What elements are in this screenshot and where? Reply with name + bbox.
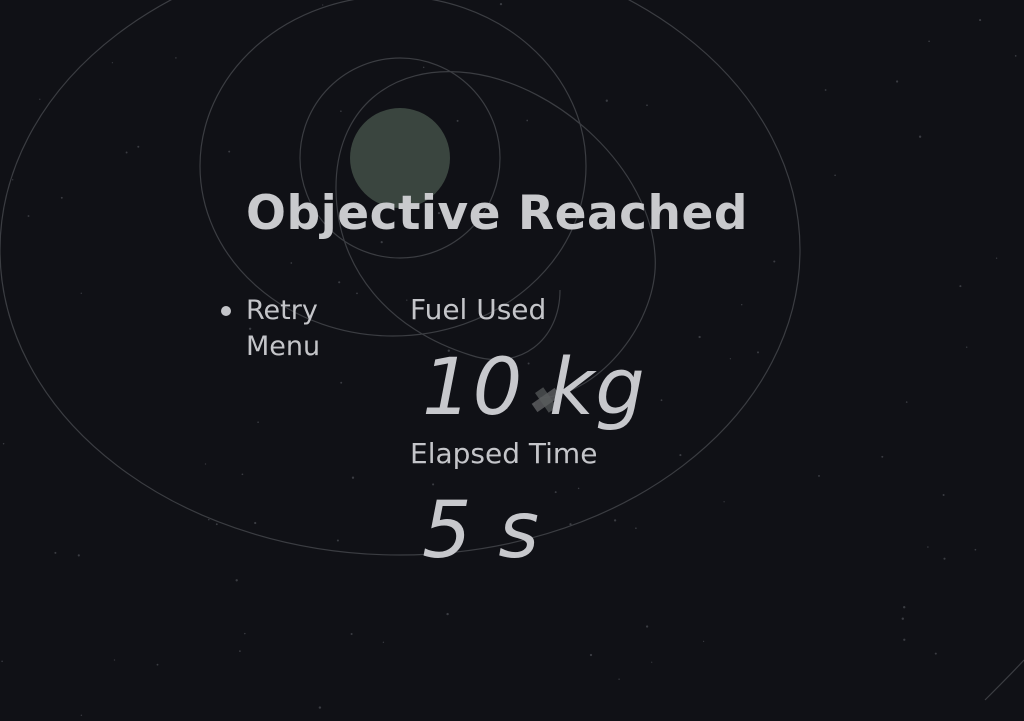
star bbox=[834, 174, 836, 177]
star bbox=[979, 19, 982, 22]
star bbox=[499, 2, 503, 6]
star bbox=[942, 494, 945, 496]
star bbox=[111, 62, 114, 64]
star bbox=[773, 260, 776, 263]
menu-button[interactable]: Menu bbox=[246, 329, 320, 365]
star bbox=[322, 4, 324, 6]
star bbox=[80, 714, 83, 717]
star bbox=[928, 40, 930, 43]
star bbox=[756, 351, 760, 354]
fuel-used-value: 10 kg bbox=[422, 343, 646, 433]
star bbox=[903, 638, 906, 641]
star bbox=[351, 476, 355, 479]
star bbox=[204, 463, 207, 465]
objective-reached-title: Objective Reached bbox=[246, 186, 749, 241]
star bbox=[1014, 55, 1017, 57]
star bbox=[905, 401, 908, 403]
star bbox=[27, 215, 30, 217]
star bbox=[613, 519, 617, 522]
star bbox=[526, 119, 529, 122]
star bbox=[943, 557, 946, 560]
star bbox=[635, 527, 637, 529]
star bbox=[901, 617, 904, 620]
star bbox=[456, 119, 459, 122]
star bbox=[350, 632, 353, 636]
star bbox=[208, 518, 210, 521]
star bbox=[175, 57, 177, 59]
star bbox=[605, 99, 608, 102]
star bbox=[12, 179, 14, 181]
star bbox=[660, 399, 663, 402]
star bbox=[318, 706, 322, 709]
star bbox=[679, 454, 682, 457]
star bbox=[896, 80, 899, 83]
star bbox=[903, 606, 906, 609]
star bbox=[740, 303, 743, 306]
star bbox=[244, 632, 246, 635]
star bbox=[959, 285, 962, 288]
star bbox=[927, 546, 929, 548]
star bbox=[406, 299, 408, 301]
star bbox=[77, 554, 80, 557]
star bbox=[645, 625, 649, 628]
result-menu: Retry Menu bbox=[220, 293, 320, 365]
star bbox=[228, 150, 231, 153]
star bbox=[589, 653, 593, 657]
star bbox=[422, 66, 425, 69]
star bbox=[137, 145, 140, 148]
outer-orbit-ring bbox=[0, 0, 801, 556]
star bbox=[918, 135, 922, 138]
star bbox=[382, 641, 385, 643]
star bbox=[113, 659, 116, 661]
star bbox=[723, 501, 725, 503]
star bbox=[934, 652, 937, 655]
star bbox=[651, 661, 653, 663]
star bbox=[729, 358, 732, 360]
star bbox=[215, 523, 218, 526]
fuel-used-label: Fuel Used bbox=[410, 293, 547, 326]
star bbox=[80, 292, 82, 294]
star bbox=[818, 474, 820, 477]
star bbox=[156, 663, 159, 666]
star bbox=[824, 89, 827, 91]
star bbox=[554, 491, 557, 494]
star bbox=[618, 678, 620, 680]
star bbox=[336, 539, 339, 542]
star bbox=[125, 151, 128, 154]
star bbox=[257, 421, 259, 424]
star bbox=[2, 442, 5, 445]
star bbox=[446, 612, 449, 616]
star bbox=[974, 548, 977, 551]
star bbox=[995, 257, 998, 259]
star bbox=[290, 262, 293, 264]
star bbox=[235, 579, 238, 582]
star bbox=[254, 521, 257, 525]
star bbox=[965, 346, 968, 348]
elapsed-time-label: Elapsed Time bbox=[410, 437, 598, 470]
star bbox=[569, 523, 572, 526]
star bbox=[60, 196, 63, 199]
star bbox=[698, 335, 701, 339]
far-orbit-arc bbox=[984, 659, 1024, 701]
game-screen: Objective Reached Retry Menu Fuel Used 1… bbox=[0, 0, 1024, 721]
elapsed-time-value: 5 s bbox=[422, 486, 541, 576]
star bbox=[241, 473, 244, 476]
star bbox=[702, 640, 705, 643]
star bbox=[340, 110, 342, 112]
star bbox=[881, 455, 884, 458]
star bbox=[577, 487, 580, 490]
star bbox=[338, 281, 341, 284]
star bbox=[340, 381, 343, 384]
star bbox=[646, 104, 648, 107]
star bbox=[356, 292, 358, 295]
star bbox=[239, 650, 241, 652]
star bbox=[39, 98, 41, 100]
star bbox=[54, 551, 57, 554]
retry-button[interactable]: Retry bbox=[220, 293, 320, 329]
star bbox=[1, 660, 3, 663]
